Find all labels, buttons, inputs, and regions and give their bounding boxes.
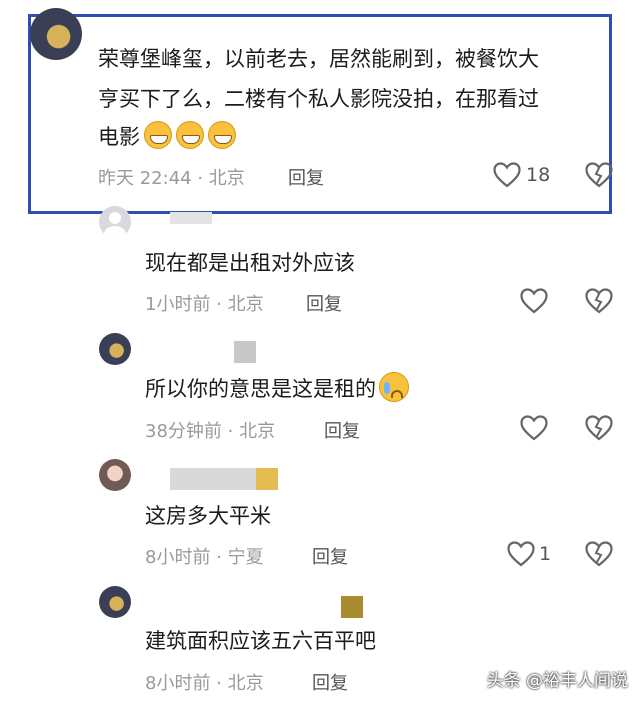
username-mosaic (234, 341, 256, 363)
comment-text: 所以你的意思是这是租的 (145, 370, 409, 408)
username-mosaic (256, 468, 278, 490)
comment-meta: 38分钟前 · 北京 (145, 421, 276, 442)
avatar[interactable] (99, 333, 131, 365)
like-icon[interactable] (520, 288, 548, 314)
comment-text: 建筑面积应该五六百平吧 (145, 629, 376, 653)
username-mosaic (170, 468, 256, 490)
like-count: 1 (539, 543, 552, 565)
comment-text: 这房多大平米 (145, 504, 271, 528)
watermark: 头条 @裕丰人间说 (486, 671, 628, 691)
avatar[interactable] (30, 8, 82, 60)
grinning-face-icon (176, 121, 204, 149)
comment-text: 现在都是出租对外应该 (145, 251, 355, 275)
like-icon[interactable] (493, 162, 521, 188)
comment-meta: 昨天 22:44 · 北京 (98, 168, 245, 189)
comment-text: 亨买下了么，二楼有个私人影院没拍，在那看过 (98, 87, 539, 111)
comment-meta: 8小时前 · 宁夏 (145, 547, 264, 568)
dislike-icon[interactable] (585, 415, 613, 441)
crying-face-icon (379, 372, 409, 402)
dislike-icon[interactable] (585, 541, 613, 567)
reply-button[interactable]: 回复 (288, 164, 324, 190)
comment-meta: 1小时前 · 北京 (145, 294, 264, 315)
avatar[interactable] (99, 586, 131, 618)
like-count: 18 (526, 164, 551, 186)
dislike-icon[interactable] (585, 288, 613, 314)
grinning-face-icon (208, 121, 236, 149)
username-mosaic (341, 596, 363, 618)
like-icon[interactable] (520, 415, 548, 441)
comment-text: 荣尊堡峰玺，以前老去，居然能刷到，被餐饮大 (98, 47, 539, 71)
reply-button[interactable]: 回复 (324, 417, 360, 443)
reply-button[interactable]: 回复 (306, 290, 342, 316)
dislike-icon[interactable] (585, 162, 613, 188)
username-mosaic (170, 212, 212, 224)
comment-meta: 8小时前 · 北京 (145, 673, 264, 694)
grinning-face-icon (144, 121, 172, 149)
avatar[interactable] (99, 459, 131, 491)
comment-text: 电影 (98, 118, 236, 156)
avatar[interactable] (99, 206, 131, 238)
like-icon[interactable] (507, 541, 535, 567)
reply-button[interactable]: 回复 (312, 669, 348, 695)
reply-button[interactable]: 回复 (312, 543, 348, 569)
